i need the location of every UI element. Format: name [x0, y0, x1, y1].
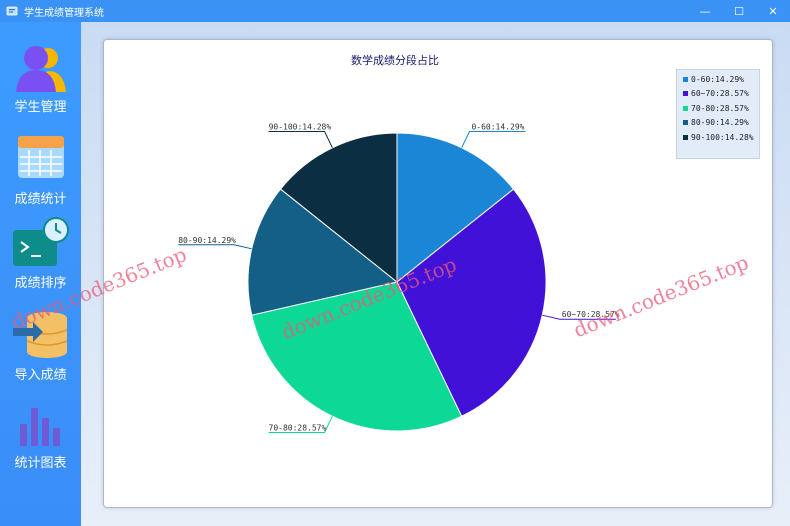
legend-label: 80-90:14.29% [691, 118, 749, 128]
slice-leader-line [268, 131, 333, 148]
legend-label: 60~70:28.57% [691, 89, 749, 99]
slice-leader-line [461, 131, 526, 148]
legend-swatch [683, 120, 688, 126]
legend-swatch [683, 91, 688, 97]
chart-legend: 0-60:14.29% 60~70:28.57% 70-80:28.57% 80… [676, 69, 760, 159]
pie-chart: 0-60:14.29%60~70:28.57%70-80:28.57%80-90… [178, 123, 620, 433]
legend-label: 70-80:28.57% [691, 103, 749, 113]
slice-leader-line [178, 244, 252, 250]
legend-swatch [683, 134, 688, 140]
slice-label: 80-90:14.29% [178, 236, 236, 245]
legend-item: 60~70:28.57% [683, 87, 759, 102]
legend-swatch [683, 76, 688, 82]
legend-item: 80-90:14.29% [683, 116, 759, 131]
slice-label: 0-60:14.29% [471, 123, 524, 132]
legend-item: 90-100:14.28% [683, 130, 759, 145]
legend-swatch [683, 105, 688, 111]
slice-label: 70-80:28.57% [269, 423, 327, 432]
legend-label: 90-100:14.28% [691, 132, 754, 142]
legend-label: 0-60:14.29% [691, 74, 744, 84]
slice-label: 90-100:14.28% [269, 123, 332, 132]
legend-item: 0-60:14.29% [683, 72, 759, 87]
legend-item: 70-80:28.57% [683, 101, 759, 116]
